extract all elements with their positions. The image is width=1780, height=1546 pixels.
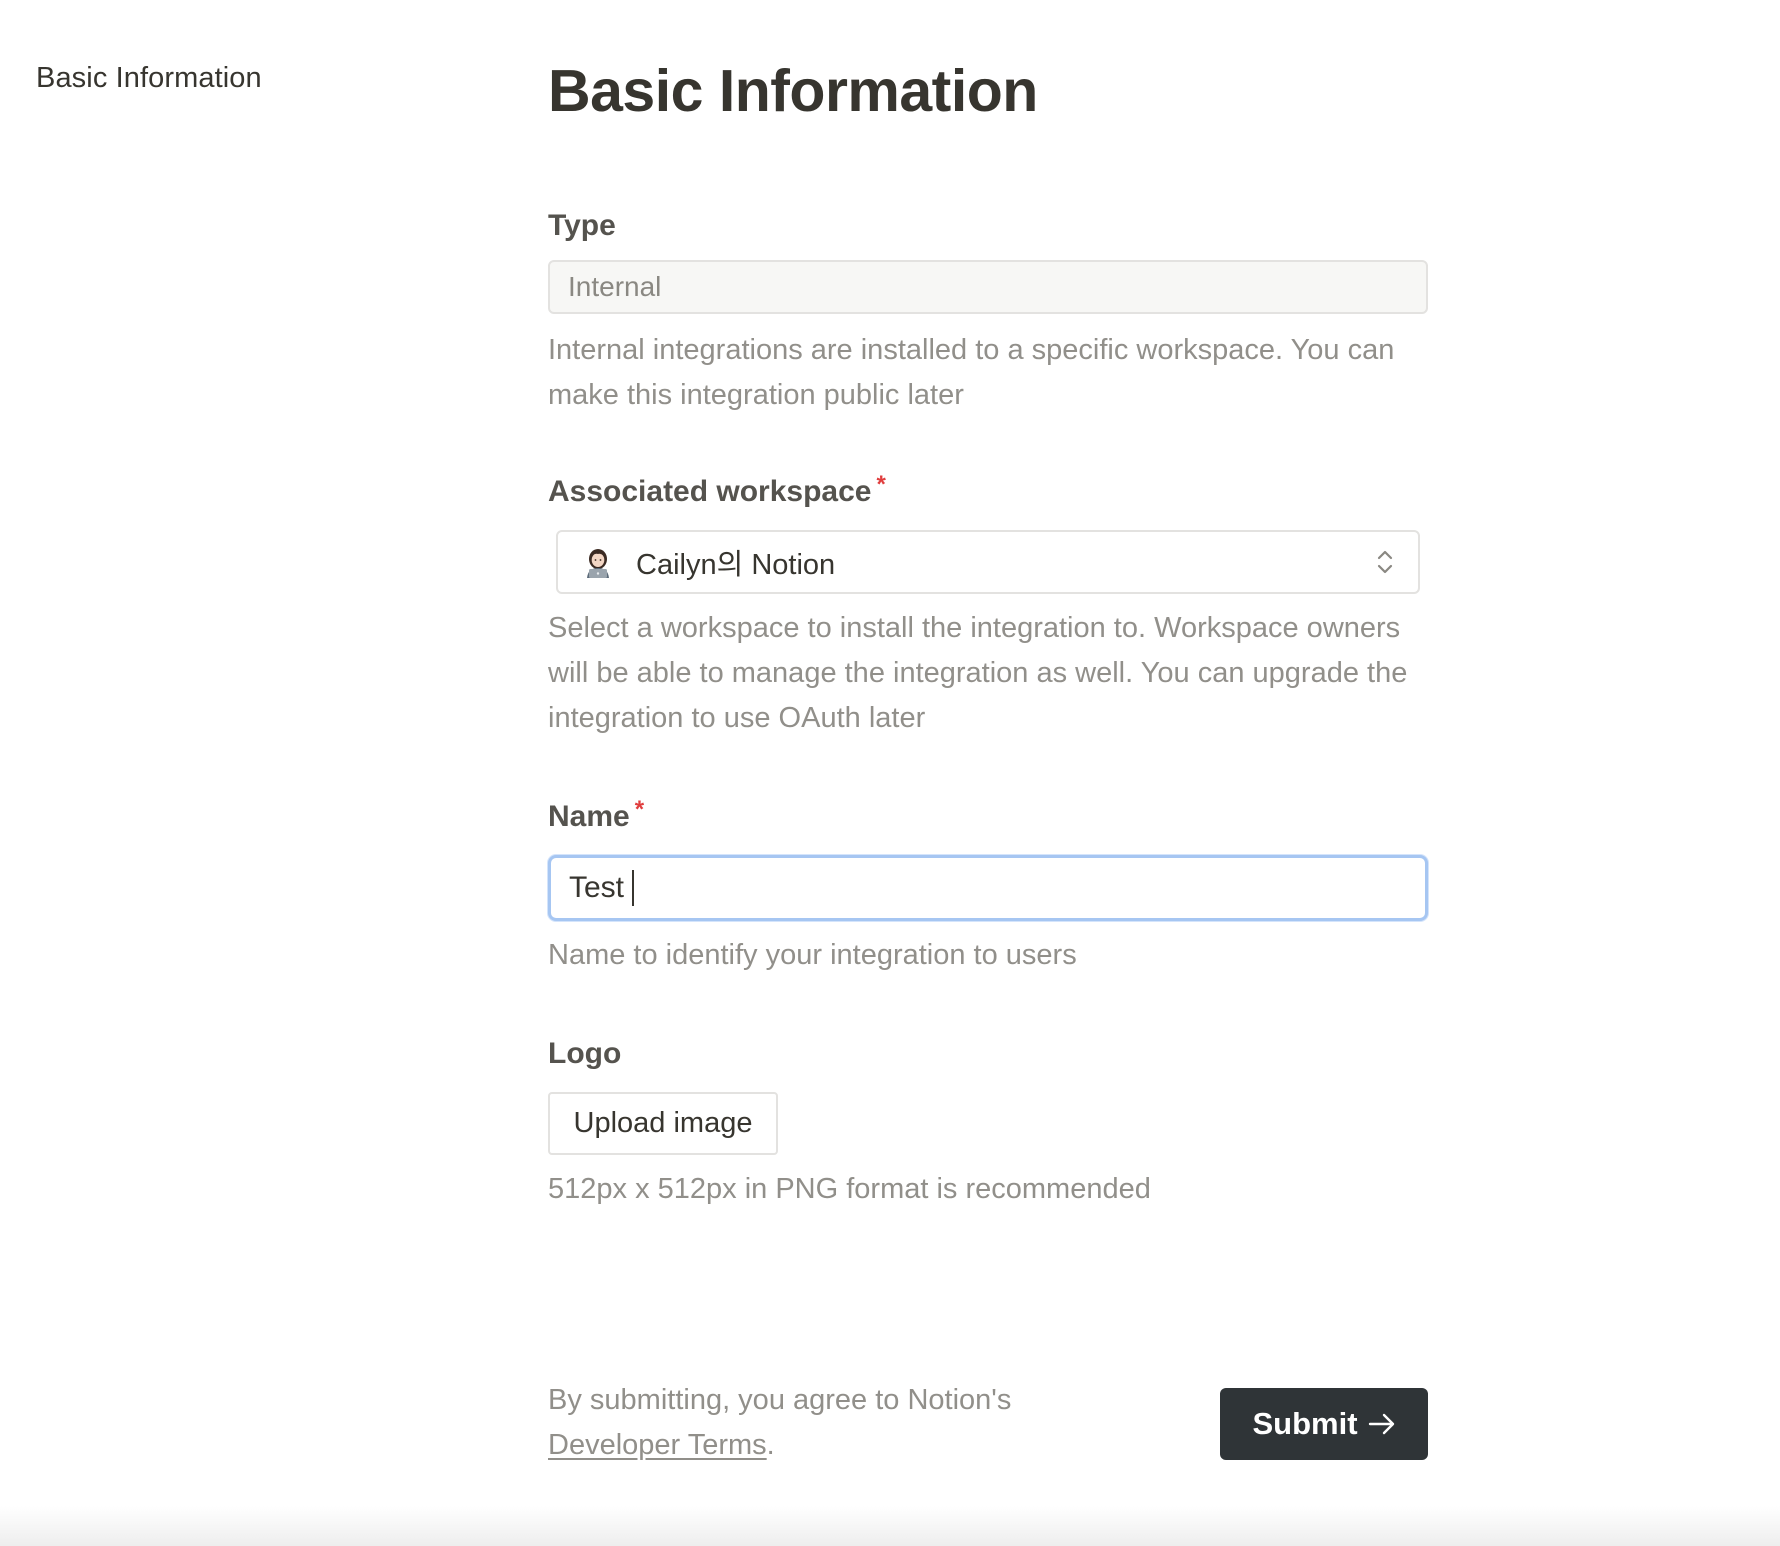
text-caret [632,870,635,906]
type-value: Internal [568,271,662,302]
sidebar-item-basic-information[interactable]: Basic Information [36,62,262,95]
name-label-text: Name [548,800,630,833]
name-section: Name * Test Name to identify your integr… [548,797,1428,978]
name-label: Name * [548,797,1428,837]
form-footer: By submitting, you agree to Notion's Dev… [548,1378,1428,1468]
name-input[interactable]: Test [548,855,1428,921]
required-asterisk: * [634,796,645,823]
main-content: Basic Information Type Internal Internal… [548,54,1428,1212]
workspace-section: Associated workspace * Cailyn의 Notion Se… [548,472,1428,741]
logo-helper: 512px x 512px in PNG format is recommend… [548,1173,1151,1205]
name-helper: Name to identify your integration to use… [548,939,1077,971]
terms-line: Developer Terms. [548,1423,1011,1468]
chevron-up-down-icon [1377,550,1393,574]
bottom-edge-shadow [0,1506,1780,1546]
submit-button[interactable]: Submit [1220,1388,1428,1460]
logo-label-text: Logo [548,1037,622,1070]
required-asterisk: * [876,471,886,498]
terms-suffix: . [766,1429,775,1461]
woman-technologist-emoji-icon [587,549,609,578]
developer-terms-link[interactable]: Developer Terms [548,1429,767,1461]
workspace-label: Associated workspace * [548,472,1428,512]
page-title: Basic Information [548,58,1038,124]
submit-label: Submit [1252,1406,1358,1441]
type-helper: Internal integrations are installed to a… [548,334,1395,411]
workspace-select[interactable]: Cailyn의 Notion [556,530,1420,594]
logo-section: Logo Upload image 512px x 512px in PNG f… [548,1034,1428,1212]
workspace-helper: Select a workspace to install the integr… [548,612,1408,734]
logo-label: Logo [548,1034,1428,1074]
workspace-selected-value: Cailyn의 Notion [636,549,836,581]
upload-image-button[interactable]: Upload image [548,1092,778,1155]
type-section: Type Internal Internal integrations are … [548,206,1428,418]
name-input-value: Test [569,871,625,904]
type-label-text: Type [548,209,616,242]
arrow-right-icon [1368,1413,1394,1435]
type-field: Internal [548,260,1428,314]
terms-prefix: By submitting, you agree to Notion's [548,1384,1012,1416]
sidebar: Basic Information [36,62,262,95]
terms-text: By submitting, you agree to Notion's Dev… [548,1378,1011,1468]
type-label: Type [548,206,1428,246]
workspace-label-text: Associated workspace [548,475,872,508]
